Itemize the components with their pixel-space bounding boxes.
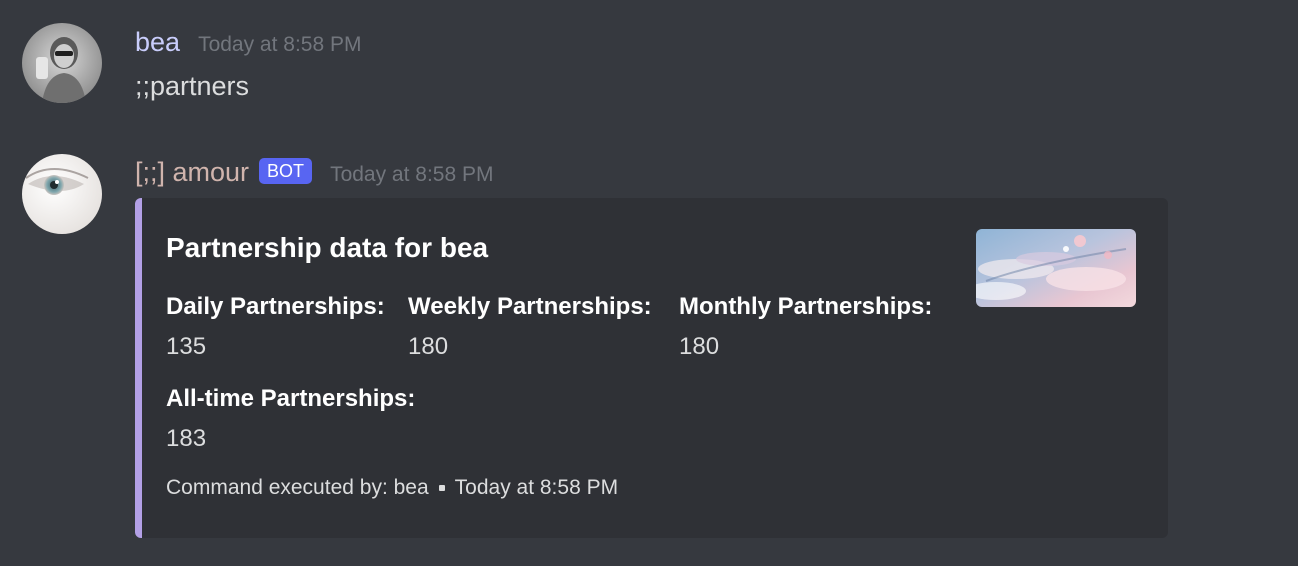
footer-timestamp: Today at 8:58 PM (454, 476, 619, 499)
field-name: Daily Partnerships: (166, 293, 385, 320)
field-value: 183 (166, 425, 207, 452)
field-name: Monthly Partnerships: (679, 293, 933, 320)
field-value: 180 (679, 333, 720, 360)
bot-avatar-image (22, 154, 102, 234)
avatar[interactable] (22, 154, 102, 234)
username[interactable]: bea (135, 26, 180, 58)
field-name: Weekly Partnerships: (408, 293, 652, 320)
user-avatar-image (22, 23, 102, 103)
message-timestamp: Today at 8:58 PM (330, 163, 494, 186)
embed-field-all-time: All-time Partnerships: 183 (166, 384, 415, 454)
footer-text: Command executed by: bea (166, 476, 429, 499)
message-header: [;;] amour BOT Today at 8:58 PM (135, 156, 494, 188)
embed: Partnership data for bea Daily Partnersh… (135, 198, 1168, 538)
avatar[interactable] (22, 23, 102, 103)
embed-thumbnail[interactable] (976, 229, 1136, 307)
embed-footer: Command executed by: bea Today at 8:58 P… (166, 476, 618, 500)
embed-field-daily: Daily Partnerships: 135 (166, 292, 385, 362)
footer-separator (438, 485, 445, 491)
field-value: 135 (166, 333, 207, 360)
username[interactable]: [;;] amour (135, 156, 249, 188)
message-user: bea Today at 8:58 PM ;;partners (0, 0, 1298, 130)
chat-area: bea Today at 8:58 PM ;;partners [;;] amo… (0, 0, 1298, 566)
embed-field-weekly: Weekly Partnerships: 180 (408, 292, 652, 362)
message-content: ;;partners (135, 71, 250, 101)
bot-tag: BOT (259, 158, 313, 184)
embed-field-monthly: Monthly Partnerships: 180 (679, 292, 932, 362)
embed-title: Partnership data for bea (166, 232, 489, 263)
field-name: All-time Partnerships: (166, 385, 416, 412)
field-value: 180 (408, 333, 449, 360)
sky-image (976, 229, 1136, 307)
message-header: bea Today at 8:58 PM (135, 26, 362, 58)
message-timestamp: Today at 8:58 PM (198, 33, 362, 56)
